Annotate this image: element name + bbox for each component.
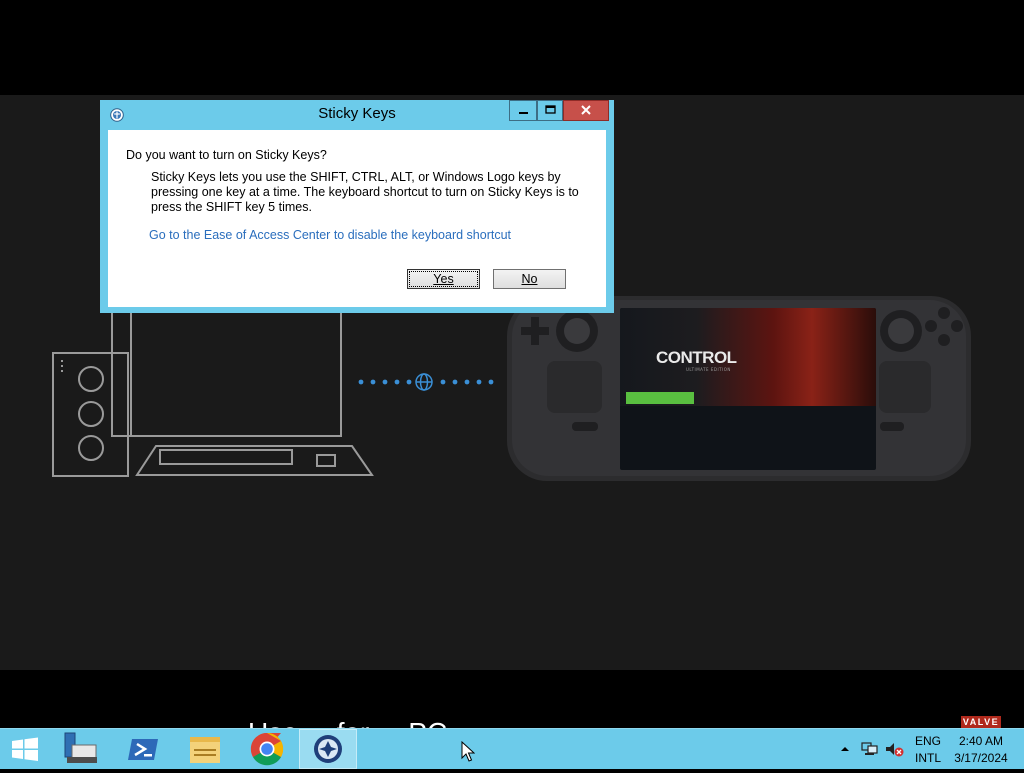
steam-deck-screen: CONTROL ULTIMATE EDITION (620, 308, 876, 470)
play-button-highlight (626, 392, 694, 404)
file-explorer-icon (190, 737, 220, 763)
server-manager-icon (64, 732, 97, 763)
valve-logo: VALVE (961, 716, 1001, 728)
start-icon (12, 737, 38, 761)
yes-button[interactable]: Yes (407, 269, 480, 289)
game-title: CONTROL (656, 348, 737, 367)
close-icon (581, 105, 591, 115)
dialog-description: Sticky Keys lets you use the SHIFT, CTRL… (151, 170, 579, 214)
network-icon[interactable] (860, 740, 880, 758)
clock-time[interactable]: 2:40 AM (948, 734, 1014, 748)
taskbar: ENG INTL 2:40 AM 3/17/2024 (0, 728, 1024, 769)
maximize-icon (545, 105, 556, 114)
sticky-keys-dialog: Sticky Keys Do you want to turn on Stick… (100, 100, 614, 313)
game-subtitle: ULTIMATE EDITION (686, 367, 731, 372)
chrome-button[interactable] (237, 729, 297, 769)
dialog-content: Do you want to turn on Sticky Keys? Stic… (108, 130, 606, 307)
close-button[interactable] (563, 100, 609, 121)
start-button[interactable] (0, 729, 50, 769)
language-indicator[interactable]: ENG (910, 734, 946, 748)
server-manager-button[interactable] (52, 729, 108, 769)
no-button[interactable]: No (493, 269, 566, 289)
minimize-icon (519, 112, 528, 114)
dialog-question: Do you want to turn on Sticky Keys? (126, 148, 327, 162)
powershell-icon (128, 739, 158, 760)
remote-app-button[interactable] (299, 729, 357, 769)
maximize-button[interactable] (537, 100, 563, 121)
clock-date[interactable]: 3/17/2024 (948, 751, 1014, 765)
keyboard-layout-indicator[interactable]: INTL (910, 751, 946, 765)
volume-muted-icon[interactable] (884, 740, 904, 758)
minimize-button[interactable] (509, 100, 537, 121)
powershell-button[interactable] (115, 729, 171, 769)
chrome-icon (250, 732, 284, 766)
show-hidden-icons-button[interactable] (840, 745, 850, 753)
file-explorer-button[interactable] (177, 729, 235, 769)
remote-app-icon (314, 735, 342, 763)
ease-of-access-link[interactable]: Go to the Ease of Access Center to disab… (149, 228, 511, 242)
mouse-cursor (461, 741, 475, 762)
